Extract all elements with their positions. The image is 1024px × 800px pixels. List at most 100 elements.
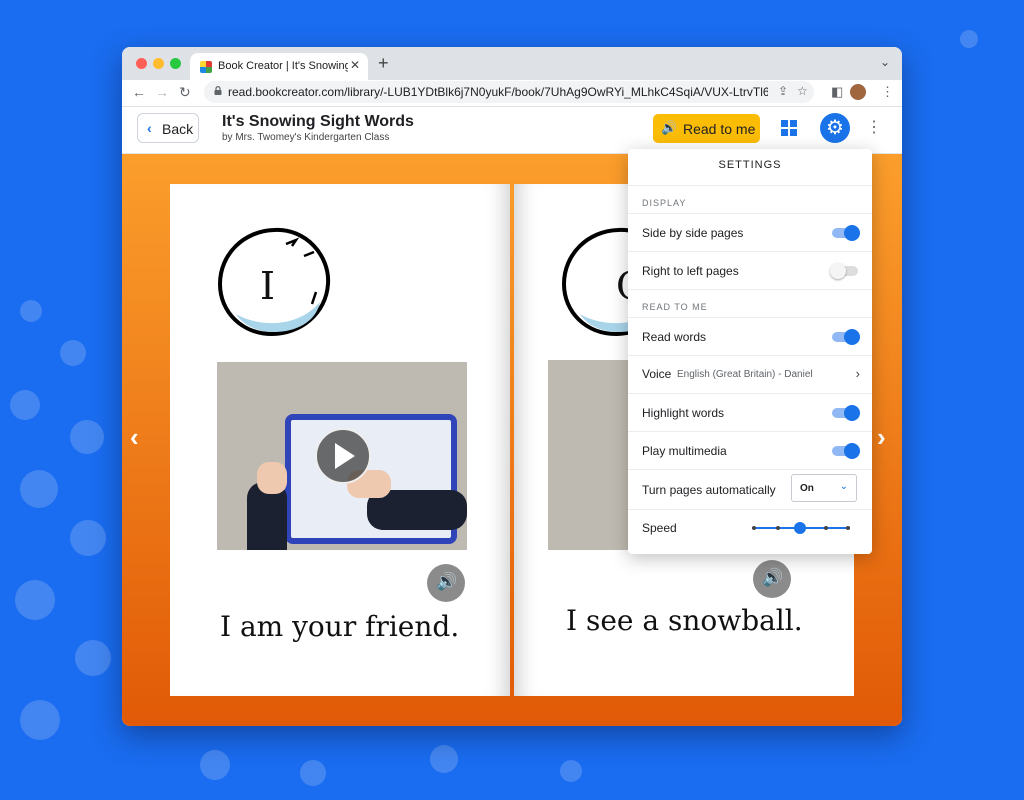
read-to-me-section-header: READ TO ME — [628, 289, 872, 317]
slider-stop — [824, 526, 828, 530]
speed-slider[interactable] — [752, 522, 850, 534]
speed-row: Speed — [628, 509, 872, 547]
speaker-icon: 🔊 — [436, 572, 458, 591]
voice-row[interactable]: Voice English (Great Britain) - Daniel › — [628, 355, 872, 393]
back-button-label: Back — [162, 121, 194, 137]
side-by-side-toggle[interactable] — [832, 225, 860, 241]
right-to-left-row[interactable]: Right to left pages — [628, 251, 872, 289]
speed-slider-thumb[interactable] — [794, 522, 806, 534]
background-dot — [10, 390, 40, 420]
previous-page-arrow[interactable]: ‹ — [130, 422, 139, 453]
audio-button[interactable]: 🔊 — [427, 564, 465, 602]
setting-label: Right to left pages — [642, 264, 739, 278]
browser-tab[interactable]: Book Creator | It's Snowing Sight ✕ — [190, 53, 368, 80]
voice-value: English (Great Britain) - Daniel — [677, 369, 813, 380]
setting-label: Highlight words — [642, 406, 725, 420]
play-multimedia-row[interactable]: Play multimedia — [628, 431, 872, 469]
audio-button[interactable]: 🔊 — [753, 560, 791, 598]
minimize-window-button[interactable] — [153, 58, 164, 69]
back-arrow-icon[interactable]: ← — [132, 84, 146, 100]
share-icon[interactable]: ⇪ — [778, 84, 788, 98]
favicon-icon — [200, 61, 212, 73]
book-author: by Mrs. Twomey's Kindergarten Class — [222, 132, 390, 143]
next-page-arrow[interactable]: › — [877, 422, 886, 453]
slider-stop — [752, 526, 756, 530]
background-dot — [75, 640, 111, 676]
lock-icon — [214, 86, 222, 95]
select-value: On — [800, 483, 814, 494]
chevron-down-icon: ⌄ — [839, 481, 848, 492]
browser-toolbar: ← → ↻ read.bookcreator.com/library/-LUB1… — [122, 80, 902, 107]
setting-label: Voice — [642, 367, 672, 381]
background-dot — [960, 30, 978, 48]
bookmark-star-icon[interactable]: ☆ — [797, 84, 808, 98]
new-tab-button[interactable]: + — [378, 53, 389, 74]
setting-label: Play multimedia — [642, 444, 727, 458]
section-label: READ TO ME — [642, 302, 708, 312]
turn-pages-select[interactable]: On ⌄ — [791, 474, 857, 502]
chevron-right-icon: › — [855, 366, 860, 381]
app-header: ‹ Back It's Snowing Sight Words by Mrs. … — [122, 107, 902, 154]
back-button[interactable]: ‹ Back — [137, 113, 199, 143]
left-page: I 🔊 I am your friend. — [170, 184, 510, 696]
background-dot — [60, 340, 86, 366]
settings-button[interactable]: ⚙ — [820, 113, 850, 143]
video-player[interactable] — [548, 360, 628, 550]
settings-title: SETTINGS — [718, 159, 782, 171]
browser-menu-icon[interactable]: ⋮ — [881, 84, 894, 100]
slider-stop — [776, 526, 780, 530]
slider-stop — [846, 526, 850, 530]
play-button[interactable] — [315, 428, 371, 484]
read-to-me-label: Read to me — [683, 121, 756, 137]
play-multimedia-toggle[interactable] — [832, 443, 860, 459]
highlight-words-toggle[interactable] — [832, 405, 860, 421]
background-dot — [20, 300, 42, 322]
page-caption: I see a snowball. — [566, 604, 803, 637]
sight-letter: I — [260, 264, 276, 308]
tab-strip: Book Creator | It's Snowing Sight ✕ + ⌄ — [122, 47, 902, 80]
settings-panel: SETTINGS DISPLAY Side by side pages Righ… — [628, 149, 872, 554]
reload-icon[interactable]: ↻ — [179, 84, 191, 101]
profile-avatar[interactable] — [850, 84, 866, 100]
close-window-button[interactable] — [136, 58, 147, 69]
background-dot — [300, 760, 326, 786]
right-to-left-toggle[interactable] — [830, 263, 858, 279]
section-label: DISPLAY — [642, 198, 687, 208]
address-bar[interactable]: read.bookcreator.com/library/-LUB1YDtBlk… — [204, 81, 814, 103]
turn-pages-row: Turn pages automatically On ⌄ — [628, 469, 872, 509]
background-dot — [70, 520, 106, 556]
page-grid-icon[interactable] — [781, 120, 797, 136]
background-dot — [15, 580, 55, 620]
read-words-toggle[interactable] — [832, 329, 860, 345]
speaker-icon: 🔊 — [661, 120, 678, 135]
background-dot — [560, 760, 582, 782]
tab-search-icon[interactable]: ⌄ — [880, 55, 890, 69]
video-player[interactable] — [217, 362, 467, 550]
setting-label: Turn pages automatically — [642, 483, 776, 497]
more-options-icon[interactable]: ⋮ — [866, 117, 882, 137]
speaker-icon: 🔊 — [762, 568, 784, 587]
tab-close-icon[interactable]: ✕ — [350, 58, 360, 72]
highlight-words-row[interactable]: Highlight words — [628, 393, 872, 431]
background-dot — [20, 700, 60, 740]
background-dot — [200, 750, 230, 780]
tab-title: Book Creator | It's Snowing Sight — [218, 60, 348, 72]
chevron-left-icon: ‹ — [147, 120, 152, 136]
book-title: It's Snowing Sight Words — [222, 113, 414, 130]
setting-label: Read words — [642, 330, 707, 344]
background-dot — [20, 470, 58, 508]
maximize-window-button[interactable] — [170, 58, 181, 69]
hand-image — [257, 462, 287, 494]
side-by-side-row[interactable]: Side by side pages — [628, 213, 872, 251]
setting-label: Speed — [642, 521, 677, 535]
play-icon — [335, 443, 355, 469]
setting-label: Side by side pages — [642, 226, 744, 240]
background-dot — [70, 420, 104, 454]
side-panel-icon[interactable]: ◧ — [831, 84, 843, 100]
gear-icon: ⚙ — [826, 117, 844, 139]
forward-arrow-icon[interactable]: → — [155, 84, 169, 100]
page-caption: I am your friend. — [220, 610, 460, 643]
read-to-me-button[interactable]: 🔊 Read to me — [653, 114, 760, 143]
background-dot — [430, 745, 458, 773]
read-words-row[interactable]: Read words — [628, 317, 872, 355]
